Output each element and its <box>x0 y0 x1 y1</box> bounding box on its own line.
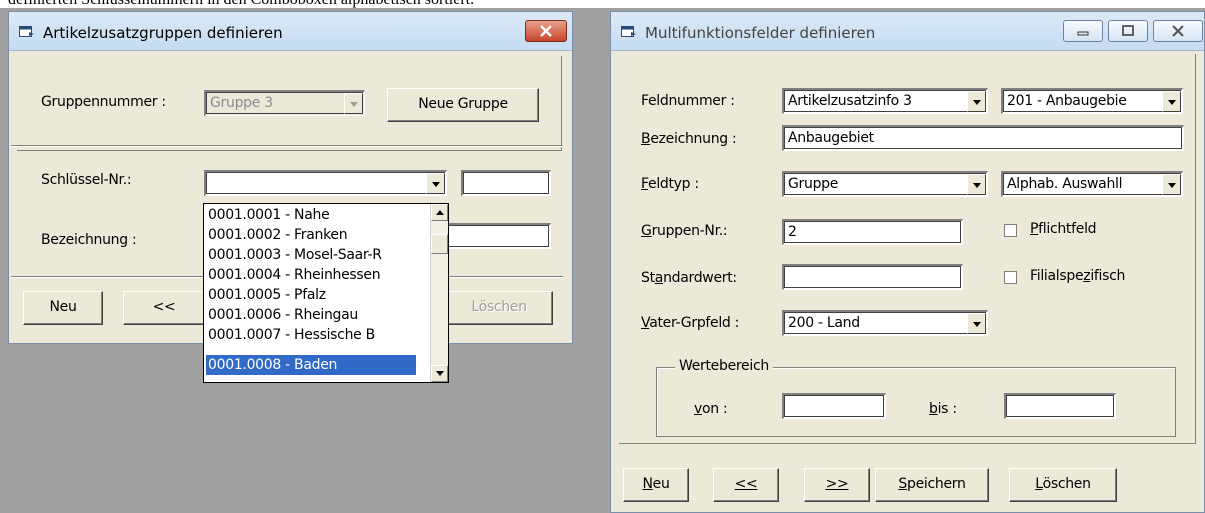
name-value: Anbaugebiet <box>788 130 874 146</box>
name-label: Bezeichnung : <box>641 131 737 147</box>
from-label: von : <box>694 401 728 417</box>
chevron-down-icon[interactable] <box>1162 174 1181 195</box>
group-number-label: Gruppennummer : <box>41 94 166 110</box>
name-label-text: ezeichnung : <box>650 131 737 147</box>
group-nr-field[interactable]: 2 <box>782 219 963 245</box>
group-nr-label: Gruppen-Nr.: <box>641 223 728 239</box>
group-number-value: Gruppe 3 <box>210 95 273 111</box>
next-button[interactable]: >> <box>804 468 870 502</box>
name-field[interactable] <box>445 223 551 249</box>
new-group-button[interactable]: Neue Gruppe <box>387 88 539 122</box>
list-item-selected[interactable]: 0001.0008 - Baden <box>206 355 416 375</box>
prev-button-label: << <box>734 476 758 492</box>
type-combo[interactable]: Gruppe <box>782 171 988 197</box>
maximize-icon <box>1122 25 1134 36</box>
delete-button[interactable]: Löschen <box>1009 468 1117 502</box>
prev-button[interactable]: << <box>713 468 779 502</box>
field-number-combo[interactable]: Artikelzusatzinfo 3 <box>782 88 988 114</box>
window-title: Artikelzusatzgruppen definieren <box>43 24 283 42</box>
to-field[interactable] <box>1004 393 1116 419</box>
chevron-down-icon[interactable] <box>1162 91 1181 112</box>
scroll-thumb[interactable] <box>431 234 448 254</box>
default-field[interactable] <box>782 264 963 290</box>
prev-button[interactable]: << <box>123 291 205 325</box>
range-label: Wertebereich <box>675 358 773 374</box>
chevron-down-icon[interactable] <box>344 93 363 114</box>
branch-label: Filialspezifisch <box>1030 268 1126 284</box>
key-number-combo[interactable] <box>204 170 447 196</box>
group-nr-value: 2 <box>788 224 797 240</box>
delete-button-label: Löschen <box>471 299 527 315</box>
background-caption: definierten Schlüsselnummern in den Comb… <box>8 0 474 8</box>
parent-label: Vater-Grpfeld : <box>641 315 740 331</box>
branch-checkbox[interactable] <box>1004 271 1017 284</box>
key-number-label: Schlüssel-Nr.: <box>41 172 132 188</box>
new-group-button-label: Neue Gruppe <box>418 96 508 112</box>
new-button[interactable]: Neu <box>23 291 103 325</box>
field-number-value-2: 201 - Anbaugebie <box>1007 93 1127 109</box>
group-number-combo[interactable]: Gruppe 3 <box>204 90 365 116</box>
window-artikelzusatzgruppen: Artikelzusatzgruppen definieren Gruppenn… <box>8 11 573 383</box>
chevron-down-icon[interactable] <box>967 174 986 195</box>
key-number-dropdown[interactable]: 0001.0001 - Nahe 0001.0002 - Franken 000… <box>203 203 449 383</box>
close-icon <box>540 25 552 37</box>
close-button[interactable] <box>525 20 567 42</box>
window-multifunktionsfelder: Multifunktionsfelder definieren Feldnumm… <box>610 11 1205 513</box>
field-number-label: Feldnummer : <box>641 93 735 109</box>
divider <box>11 145 563 147</box>
chevron-down-icon[interactable] <box>967 91 986 112</box>
minimize-icon <box>1077 31 1089 36</box>
field-number-value: Artikelzusatzinfo 3 <box>788 93 912 109</box>
from-field[interactable] <box>782 393 886 419</box>
scroll-up-icon[interactable] <box>431 204 448 221</box>
close-button[interactable] <box>1153 20 1203 42</box>
titlebar[interactable]: Multifunktionsfelder definieren <box>611 12 1204 51</box>
type-value: Gruppe <box>788 176 839 192</box>
default-label: Standardwert: <box>641 270 737 286</box>
list-item[interactable]: 0001.0007 - Hessische B <box>206 325 420 345</box>
type-value-2: Alphab. Auswahll <box>1007 176 1123 192</box>
new-button-label: Neu <box>49 299 77 315</box>
app-icon <box>621 26 636 37</box>
list-item[interactable]: 0001.0005 - Pfalz <box>206 285 420 305</box>
key-extra-field[interactable] <box>461 170 551 196</box>
background-document: definierten Schlüsselnummern in den Comb… <box>0 0 1205 8</box>
prev-button-label: << <box>152 299 176 315</box>
list-item[interactable]: 0001.0003 - Mosel-Saar-R <box>206 245 420 265</box>
parent-value: 200 - Land <box>788 315 860 331</box>
app-icon <box>19 26 34 37</box>
maximize-button[interactable] <box>1108 20 1148 42</box>
list-item[interactable]: 0001.0001 - Nahe <box>206 205 420 225</box>
parent-combo[interactable]: 200 - Land <box>782 310 988 336</box>
required-checkbox[interactable] <box>1004 224 1017 237</box>
scroll-down-icon[interactable] <box>431 365 448 382</box>
next-button-label: >> <box>825 476 849 492</box>
dropdown-scrollbar[interactable] <box>430 204 448 382</box>
to-label: bis : <box>929 401 957 417</box>
minimize-button[interactable] <box>1063 20 1103 42</box>
type-combo-2[interactable]: Alphab. Auswahll <box>1001 171 1183 197</box>
titlebar[interactable]: Artikelzusatzgruppen definieren <box>9 12 572 51</box>
list-item[interactable]: 0001.0004 - Rheinhessen <box>206 265 420 285</box>
type-label: Feldtyp : <box>641 176 699 192</box>
new-button[interactable]: Neu <box>623 468 689 502</box>
save-button[interactable]: Speichern <box>875 468 989 502</box>
list-item[interactable]: 0001.0006 - Rheingau <box>206 305 420 325</box>
name-label: Bezeichnung : <box>41 232 137 248</box>
list-item[interactable]: 0001.0002 - Franken <box>206 225 420 245</box>
required-label: Pflichtfeld <box>1030 221 1097 237</box>
name-field[interactable]: Anbaugebiet <box>782 125 1184 151</box>
delete-button[interactable]: Löschen <box>445 291 553 325</box>
field-number-combo-2[interactable]: 201 - Anbaugebie <box>1001 88 1183 114</box>
chevron-down-icon[interactable] <box>967 313 986 334</box>
chevron-down-icon[interactable] <box>426 173 445 194</box>
close-icon <box>1172 25 1184 37</box>
window-title: Multifunktionsfelder definieren <box>645 24 876 42</box>
